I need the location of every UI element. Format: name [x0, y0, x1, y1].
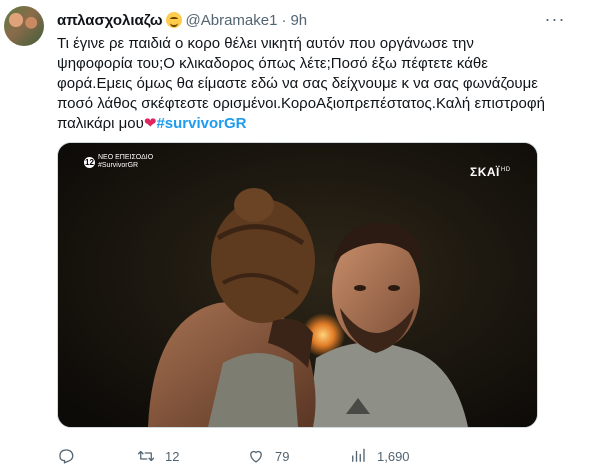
avatar[interactable] — [4, 6, 44, 46]
network-logo: ΣΚΑΪHD — [470, 165, 511, 179]
video-frame-image — [58, 143, 537, 427]
view-count: 1,690 — [377, 448, 410, 464]
tweet-text-line: ψηφοφορία του;Ο κλικαδορος όπως λέτε;Ποσ… — [57, 55, 488, 72]
episode-hashtag: #SurvivorGR — [98, 162, 139, 169]
reply-button[interactable] — [57, 445, 85, 467]
tweet-text-line: Τι έγινε ρε παιδιά ο κορο θέλει νικητή α… — [57, 35, 474, 52]
grinning-emoji-icon — [165, 12, 182, 28]
views-icon — [352, 448, 365, 462]
tweet[interactable]: απλασχολιαζω @Abramake1 · 9h ··· Τι έγιν… — [0, 0, 607, 469]
user-handle[interactable]: @Abramake1 — [186, 12, 278, 29]
tweet-text: Τι έγινε ρε παιδιά ο κορο θέλει νικητή α… — [57, 34, 592, 134]
tweet-video[interactable]: 12 ΝΕΟ ΕΠΕΙΣΟΔΙΟ #SurvivorGR ΣΚΑΪHD — [57, 142, 538, 428]
network-hd: HD — [500, 167, 511, 173]
tweet-text-line-last: παλικάρι μου❤#survivorGR — [57, 114, 592, 134]
tweet-actions: 12 79 1,690 — [57, 445, 577, 467]
like-button[interactable]: 79 — [247, 445, 289, 467]
red-heart-emoji-icon: ❤ — [143, 115, 157, 132]
reply-icon — [59, 449, 74, 464]
episode-overlay: ΝΕΟ ΕΠΕΙΣΟΔΙΟ #SurvivorGR — [98, 154, 153, 170]
retweet-count: 12 — [165, 448, 180, 464]
separator-dot: · — [281, 11, 287, 29]
views-button[interactable]: 1,690 — [349, 445, 410, 467]
more-icon[interactable]: ··· — [543, 9, 567, 29]
display-name[interactable]: απλασχολιαζω — [57, 12, 163, 29]
hashtag-link[interactable]: #survivorGR — [156, 115, 246, 132]
tweet-text-tail: παλικάρι μου — [57, 115, 144, 132]
channel-badge: 12 — [84, 157, 95, 168]
episode-label: ΝΕΟ ΕΠΕΙΣΟΔΙΟ — [98, 154, 154, 161]
tweet-header: απλασχολιαζω @Abramake1 · 9h — [57, 10, 307, 30]
tweet-text-line: φορά.Εμεις όμως θα είμαστε εδώ να σας δε… — [57, 75, 538, 92]
network-name: ΣΚΑΪ — [470, 165, 500, 179]
retweet-button[interactable]: 12 — [137, 445, 179, 467]
tweet-text-line: ποσό λάθος σκέφτεστε ορισμένοι.ΚοροΑξιοπ… — [57, 95, 545, 112]
like-count: 79 — [275, 448, 290, 464]
like-icon — [250, 450, 262, 463]
retweet-icon — [137, 450, 155, 462]
timestamp[interactable]: 9h — [290, 12, 307, 29]
